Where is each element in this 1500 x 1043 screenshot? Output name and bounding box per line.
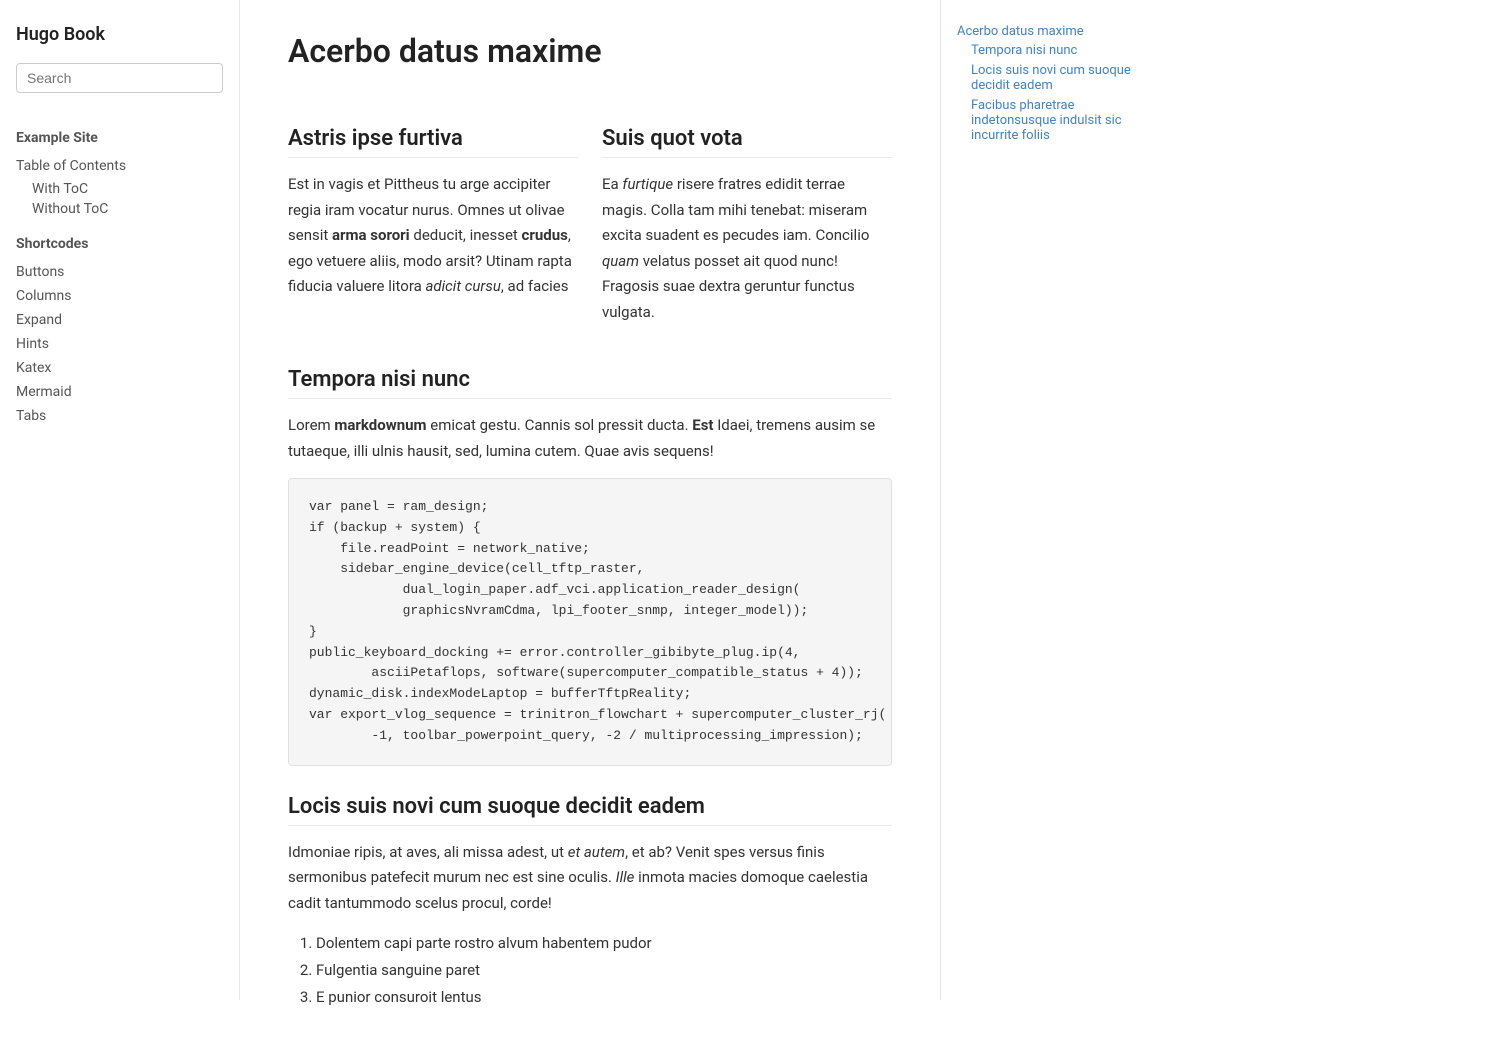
sidebar-item-katex[interactable]: Katex [16, 357, 223, 379]
sidebar-item-without-toc[interactable]: Without ToC [32, 199, 223, 219]
heading-suis: Suis quot vota [602, 126, 892, 158]
toc-item: Acerbo datus maxime Tempora nisi nunc Loci… [957, 24, 1144, 143]
sidebar-item-columns[interactable]: Columns [16, 285, 223, 307]
ordered-list: Dolentem capi parte rostro alvum habente… [288, 930, 892, 1011]
heading-astris: Astris ipse furtiva [288, 126, 578, 158]
sidebar-item-buttons[interactable]: Buttons [16, 261, 223, 283]
main-content: Acerbo datus maxime Astris ipse furtiva … [240, 0, 940, 1043]
list-item: Dolentem capi parte rostro alvum habente… [316, 930, 892, 957]
toc-link-main[interactable]: Acerbo datus maxime [957, 24, 1144, 39]
italic-et-autem: et autem [568, 843, 625, 861]
col-right: Suis quot vota Ea furtique risere fratre… [602, 98, 892, 339]
toc-sub-link[interactable]: Locis suis novi cum suoque decidit eadem [971, 63, 1144, 93]
toc-sub-link[interactable]: Facibus pharetrae indetonsusque indulsit… [971, 98, 1144, 143]
para-locis: Idmoniae ripis, at aves, ali missa adest… [288, 840, 892, 917]
italic-quam: quam [602, 252, 639, 270]
sidebar-item-tabs[interactable]: Tabs [16, 405, 223, 427]
two-column-section: Astris ipse furtiva Est in vagis et Pitt… [288, 98, 892, 339]
para-suis: Ea furtique risere fratres edidit terrae… [602, 172, 892, 325]
bold-markdownum: markdownum [334, 416, 426, 434]
page-title: Acerbo datus maxime [288, 32, 892, 70]
search-input[interactable] [16, 63, 223, 93]
right-toc: Acerbo datus maxime Tempora nisi nunc Loci… [940, 0, 1160, 1000]
italic-furtique: furtique [622, 175, 673, 193]
col-left: Astris ipse furtiva Est in vagis et Pitt… [288, 98, 578, 339]
bold-crudus: crudus [522, 226, 568, 244]
list-item: E punior consuroit lentus [316, 984, 892, 1011]
sidebar-item-expand[interactable]: Expand [16, 309, 223, 331]
sidebar-item-toc[interactable]: Table of Contents [16, 155, 223, 177]
example-site-label: Example Site [16, 127, 223, 149]
list-item: Fulgentia sanguine paret [316, 957, 892, 984]
shortcodes-label: Shortcodes [16, 233, 223, 255]
sidebar-nav: Example Site Table of Contents With ToC … [16, 127, 223, 427]
toc-sub-item: Tempora nisi nunc [971, 43, 1144, 58]
bold-arma: arma sorori [332, 226, 410, 244]
toc-list: Acerbo datus maxime Tempora nisi nunc Loci… [957, 24, 1144, 143]
left-sidebar: Hugo Book Example Site Table of Contents… [0, 0, 240, 1000]
heading-tempora: Tempora nisi nunc [288, 367, 892, 399]
site-title[interactable]: Hugo Book [16, 24, 223, 45]
toc-sub-item: Facibus pharetrae indetonsusque indulsit… [971, 98, 1144, 143]
sidebar-item-hints[interactable]: Hints [16, 333, 223, 355]
para-tempora: Lorem markdownum emicat gestu. Cannis so… [288, 413, 892, 464]
toc-sub-link[interactable]: Tempora nisi nunc [971, 43, 1144, 58]
italic-adicit: adicit cursu [426, 277, 501, 295]
toc-sub-item: Locis suis novi cum suoque decidit eadem [971, 63, 1144, 93]
para-astris: Est in vagis et Pittheus tu arge accipit… [288, 172, 578, 300]
shortcodes-list: ButtonsColumnsExpandHintsKatexMermaidTab… [16, 261, 223, 427]
heading-locis: Locis suis novi cum suoque decidit eadem [288, 794, 892, 826]
sidebar-item-mermaid[interactable]: Mermaid [16, 381, 223, 403]
italic-ille: Ille [616, 868, 635, 886]
toc-submenu: With ToC Without ToC [16, 179, 223, 219]
sidebar-item-with-toc[interactable]: With ToC [32, 179, 223, 199]
bold-est: Est [692, 416, 713, 434]
code-block: var panel = ram_design; if (backup + sys… [288, 478, 892, 766]
